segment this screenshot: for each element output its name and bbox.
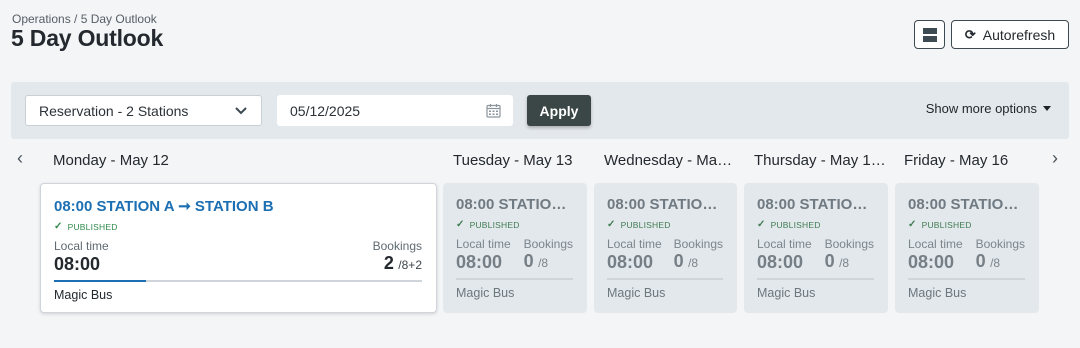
day-label-friday: Friday - May 16	[904, 152, 1009, 169]
local-time-value: 08:00	[908, 252, 955, 272]
trip-card-wednesday[interactable]: 08:00 STATION… ✓ PUBLISHED Local time 08…	[594, 183, 737, 313]
filter-bar: Reservation - 2 Stations 05/12/2025 Appl…	[11, 82, 1069, 139]
apply-button[interactable]: Apply	[527, 95, 591, 126]
calendar-icon[interactable]	[486, 103, 501, 118]
vehicle-name: Magic Bus	[908, 286, 967, 300]
local-time-label: Local time	[456, 237, 511, 251]
bookings-label: Bookings	[372, 239, 422, 253]
local-time-label: Local time	[908, 237, 963, 251]
reservation-select-value: Reservation - 2 Stations	[39, 102, 189, 119]
bookings-progress-bar	[456, 278, 573, 280]
show-more-options-toggle[interactable]: Show more options	[926, 101, 1051, 116]
status-text: PUBLISHED	[921, 219, 972, 230]
local-time-label: Local time	[757, 237, 812, 251]
breadcrumb: Operations / 5 Day Outlook	[12, 12, 157, 26]
day-label-thursday: Thursday - May 1…	[754, 152, 886, 169]
bookings-count: 0	[673, 251, 684, 271]
trip-route-title[interactable]: 08:00 STATION…	[757, 196, 874, 213]
show-more-options-label: Show more options	[925, 101, 1037, 116]
bookings-progress-bar	[54, 280, 422, 282]
check-icon: ✓	[908, 219, 917, 230]
trip-card-thursday[interactable]: 08:00 STATION… ✓ PUBLISHED Local time 08…	[744, 183, 888, 313]
day-label-monday: Monday - May 12	[53, 152, 169, 169]
prev-days-arrow[interactable]: ‹	[17, 148, 23, 169]
next-days-arrow[interactable]: ›	[1052, 148, 1058, 169]
bookings-progress-bar	[607, 278, 723, 280]
bookings-capacity: /8	[990, 256, 1001, 270]
local-time-value: 08:00	[456, 252, 503, 272]
local-time-value: 08:00	[607, 252, 654, 272]
day-label-wednesday: Wednesday - Ma…	[604, 152, 733, 169]
local-time-value: 08:00	[757, 252, 804, 272]
bookings-capacity: /8	[538, 256, 549, 270]
bookings-label: Bookings	[975, 237, 1025, 251]
status-badge: ✓ PUBLISHED	[456, 219, 573, 230]
trip-route-title[interactable]: 08:00 STATION…	[456, 196, 573, 213]
day-label-tuesday: Tuesday - May 13	[453, 152, 573, 169]
check-icon: ✓	[757, 219, 766, 230]
check-icon: ✓	[607, 219, 616, 230]
status-text: PUBLISHED	[67, 221, 118, 232]
status-text: PUBLISHED	[469, 219, 520, 230]
local-time-label: Local time	[607, 237, 662, 251]
status-badge: ✓ PUBLISHED	[908, 219, 1025, 230]
autorefresh-label: Autorefresh	[982, 26, 1056, 43]
local-time-value: 08:00	[54, 254, 101, 274]
bookings-count: 0	[824, 251, 835, 271]
autorefresh-button[interactable]: ⟳ Autorefresh	[951, 20, 1069, 49]
vehicle-name: Magic Bus	[757, 286, 816, 300]
trip-card-tuesday[interactable]: 08:00 STATION… ✓ PUBLISHED Local time 08…	[443, 183, 587, 313]
check-icon: ✓	[456, 219, 465, 230]
bookings-progress-fill	[54, 280, 146, 282]
trip-route-title[interactable]: 08:00 STATION…	[607, 196, 723, 213]
layout-toggle-button[interactable]	[914, 20, 945, 49]
trip-card-monday[interactable]: 08:00 STATION A ➞ STATION B ✓ PUBLISHED …	[40, 183, 437, 313]
caret-down-icon	[1043, 106, 1051, 111]
refresh-icon: ⟳	[964, 26, 976, 42]
bookings-count: 0	[975, 251, 986, 271]
trip-route-title[interactable]: 08:00 STATION…	[908, 196, 1025, 213]
status-badge: ✓ PUBLISHED	[757, 219, 874, 230]
date-input[interactable]: 05/12/2025	[277, 95, 513, 126]
bookings-capacity: /8+2	[398, 258, 422, 272]
vehicle-name: Magic Bus	[607, 286, 666, 300]
status-text: PUBLISHED	[620, 219, 671, 230]
status-badge: ✓ PUBLISHED	[54, 221, 422, 232]
bookings-capacity: /8	[839, 256, 850, 270]
trip-card-friday[interactable]: 08:00 STATION… ✓ PUBLISHED Local time 08…	[895, 183, 1039, 313]
page-title: 5 Day Outlook	[11, 25, 164, 51]
bookings-progress-bar	[908, 278, 1025, 280]
chevron-down-icon	[235, 107, 247, 115]
bookings-count: 0	[523, 251, 534, 271]
vehicle-name: Magic Bus	[456, 286, 515, 300]
bookings-label: Bookings	[523, 237, 573, 251]
date-value: 05/12/2025	[290, 102, 361, 119]
local-time-label: Local time	[54, 239, 109, 253]
reservation-select[interactable]: Reservation - 2 Stations	[25, 95, 262, 126]
bookings-progress-bar	[757, 278, 874, 280]
vehicle-name: Magic Bus	[54, 288, 113, 302]
trip-route-title[interactable]: 08:00 STATION A ➞ STATION B	[54, 197, 422, 215]
status-badge: ✓ PUBLISHED	[607, 219, 723, 230]
bookings-capacity: /8	[688, 256, 699, 270]
bookings-label: Bookings	[824, 237, 874, 251]
bookings-count: 2	[383, 253, 394, 273]
layout-rows-icon	[922, 27, 937, 42]
bookings-label: Bookings	[673, 237, 723, 251]
status-text: PUBLISHED	[770, 219, 821, 230]
check-icon: ✓	[54, 221, 63, 232]
